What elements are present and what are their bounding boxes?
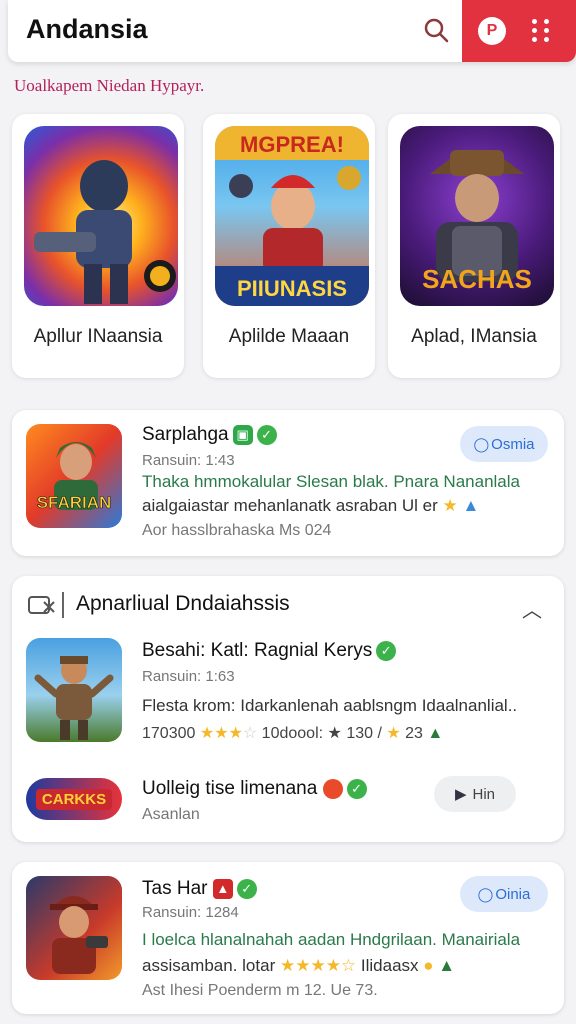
verified-icon: ✓ bbox=[236, 878, 257, 899]
circle-icon: ◯ bbox=[473, 435, 490, 452]
app-icon-3-text: CARKKS bbox=[35, 788, 113, 810]
profile-button[interactable]: P bbox=[478, 17, 506, 45]
featured-art-3: SACHAS bbox=[400, 126, 554, 306]
featured-art-2: MGPREA! PIIUNASIS bbox=[215, 126, 369, 306]
app-desc-1c: Aor hasslbrahaska Ms 024 bbox=[142, 522, 332, 539]
rating-stars-icon: ★★★ bbox=[199, 725, 243, 742]
app-icon-2 bbox=[26, 638, 122, 742]
app-list-card-2[interactable]: Tas Har ▲ ✓ Ransuin: 1284 I loelca hlanal… bbox=[12, 862, 564, 1014]
featured-name-1: Apllur INaansia bbox=[33, 326, 163, 347]
verified-icon: ✓ bbox=[376, 640, 397, 661]
featured-name-3: Aplad, IMansia bbox=[411, 326, 537, 347]
more-vert-button[interactable] bbox=[530, 17, 554, 45]
install-label-2: Oinia bbox=[495, 885, 531, 903]
app-sub-4: Ransuin: 1284 bbox=[142, 904, 239, 921]
install-label-1: Osmia bbox=[491, 435, 535, 453]
chevron-up-icon[interactable]: ︿ bbox=[522, 594, 542, 623]
downloads-count: 170300 bbox=[142, 725, 196, 742]
chart-icon: ▲ bbox=[438, 956, 456, 975]
badge-icon: ▣ bbox=[232, 424, 253, 445]
app-icon-4 bbox=[26, 876, 122, 980]
app-desc-4c: Ilidaasx bbox=[360, 956, 419, 975]
verified-icon: ✓ bbox=[256, 424, 277, 445]
open-button[interactable]: ▶ Hin bbox=[434, 776, 516, 812]
star-dark-icon: ★ bbox=[327, 725, 342, 742]
app-sub-3: Asanlan bbox=[142, 806, 200, 823]
app-sub-2: Ransuin: 1:63 bbox=[142, 668, 235, 685]
rating-stars-icon: ★★★★☆ bbox=[279, 956, 357, 975]
app-title-2: Besahi: Katl: Ragnial Kerys bbox=[142, 640, 373, 661]
featured-card-1[interactable]: Apllur INaansia bbox=[12, 114, 184, 378]
app-desc-4: I loelca hlanalnahah aadan Hndgrilaan. M… bbox=[142, 930, 521, 949]
featured-art-3-title: SACHAS bbox=[422, 264, 532, 294]
divider bbox=[62, 592, 64, 618]
chart-icon: ▲ bbox=[462, 496, 480, 515]
app-desc-1b: aialgaiastar mehanlanatk asraban Ul er bbox=[142, 496, 438, 515]
app-desc-4d: Ast Ihesi Poenderm m 12. Ue 73. bbox=[142, 982, 378, 999]
app-title-3-row: Uolleig tise limenana ✓ bbox=[142, 778, 367, 800]
chart-icon: ▲ bbox=[427, 725, 444, 742]
collection-title: Apnarliual Dndaiahssis bbox=[76, 592, 290, 615]
collection-card: Apnarliual Dndaiahssis ︿ Besahi: Katl: R… bbox=[12, 576, 564, 842]
app-stats-2: 170300 ★★★☆ 10doool: ★ 130 / ★ 23 ▲ bbox=[142, 725, 444, 742]
app-title-1: Sarplahga bbox=[142, 424, 229, 445]
star-small-icon: ★ bbox=[386, 725, 401, 742]
featured-art-1 bbox=[24, 126, 178, 306]
emoji-icon bbox=[322, 778, 343, 799]
app-desc-1b-row: aialgaiastar mehanlanatk asraban Ul er ★… bbox=[142, 494, 479, 518]
star-icon: ★ bbox=[442, 496, 458, 515]
collection-icon bbox=[26, 590, 56, 620]
app-desc-2: Flesta krom: Idarkanlenah aablsngm Idaal… bbox=[142, 696, 518, 715]
featured-art-2-title: MGPREA! bbox=[240, 132, 344, 157]
emoji-icon: ● bbox=[423, 956, 434, 975]
app-title-4-row: Tas Har ▲ ✓ bbox=[142, 878, 257, 900]
install-button-1[interactable]: ◯ Osmia bbox=[460, 426, 548, 462]
featured-card-3[interactable]: SACHAS Aplad, IMansia bbox=[388, 114, 560, 378]
header-actions: P bbox=[462, 0, 576, 62]
app-list-card-1[interactable]: SFARIAN Sarplahga ▣ ✓ Ransuin: 1:43 Thaka … bbox=[12, 410, 564, 556]
profile-icon: P bbox=[486, 22, 498, 39]
warning-icon: ▲ bbox=[212, 878, 233, 899]
featured-name-2: Aplilde Maaan bbox=[228, 326, 350, 347]
app-desc-4b: assisamban. lotar bbox=[142, 956, 276, 975]
app-title-2-row: Besahi: Katl: Ragnial Kerys ✓ bbox=[142, 640, 397, 662]
count-1: 130 bbox=[346, 725, 374, 742]
app-title-3: Uolleig tise limenana bbox=[142, 778, 318, 799]
app-desc-4b-row: assisamban. lotar ★★★★☆ Ilidaasx ● ▲ bbox=[142, 954, 455, 978]
app-icon-1-text: SFARIAN bbox=[37, 493, 112, 512]
rating-empty-icon: ☆ bbox=[242, 725, 258, 742]
app-title-4: Tas Har bbox=[142, 878, 208, 899]
app-sub-1: Ransuin: 1:43 bbox=[142, 452, 235, 469]
search-icon bbox=[424, 18, 449, 43]
open-label: Hin bbox=[472, 785, 496, 803]
count-2: 23 bbox=[405, 725, 423, 742]
verified-icon: ✓ bbox=[346, 778, 367, 799]
app-desc-1: Thaka hmmokalular Slesan blak. Pnara Nan… bbox=[142, 472, 520, 491]
circle-icon: ◯ bbox=[477, 885, 494, 902]
play-icon: ▶ bbox=[454, 786, 467, 803]
app-title-row: Sarplahga ▣ ✓ bbox=[142, 424, 277, 446]
app-header: Andansia P bbox=[8, 0, 576, 62]
install-button-2[interactable]: ◯ Oinia bbox=[460, 876, 548, 912]
featured-art-2-subtitle: PIIUNASIS bbox=[237, 276, 347, 301]
rating-text: 10doool: bbox=[261, 725, 324, 742]
app-icon-1: SFARIAN bbox=[26, 424, 122, 528]
app-icon-3: CARKKS bbox=[26, 778, 122, 820]
search-button[interactable] bbox=[416, 12, 456, 48]
section-label: Uoalkapem Niedan Hypayr. bbox=[14, 76, 205, 95]
featured-card-2[interactable]: MGPREA! PIIUNASIS Aplilde Maaan bbox=[203, 114, 375, 378]
app-title: Andansia bbox=[26, 14, 148, 44]
